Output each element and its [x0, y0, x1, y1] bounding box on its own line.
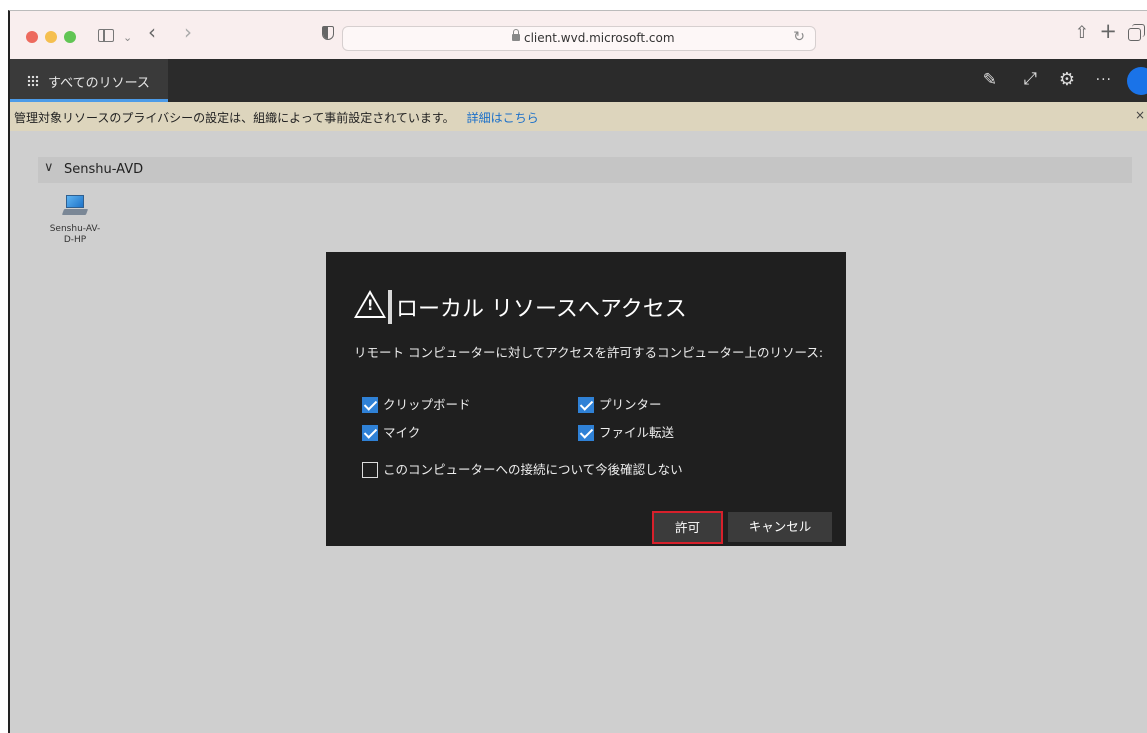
allow-button[interactable]: 許可: [652, 511, 723, 544]
option-label: マイク: [383, 425, 421, 440]
tab-all-resources[interactable]: すべてのリソース: [10, 59, 168, 102]
dialog-title: ローカル リソースへアクセス: [396, 297, 687, 322]
warning-icon: [354, 290, 386, 318]
checkbox-microphone[interactable]: [362, 425, 378, 441]
address-bar[interactable]: client.wvd.microsoft.com ↻: [342, 26, 816, 51]
sidebar-toggle-icon[interactable]: [98, 29, 114, 42]
privacy-shield-icon[interactable]: [322, 26, 334, 40]
close-icon[interactable]: ×: [1135, 108, 1145, 122]
checkbox-file-transfer[interactable]: [578, 425, 594, 441]
option-label: ファイル転送: [599, 425, 675, 440]
local-resource-access-dialog: ローカル リソースへアクセス リモート コンピューターに対してアクセスを許可する…: [326, 252, 846, 546]
new-tab-icon[interactable]: +: [1099, 21, 1117, 42]
chevron-down-icon[interactable]: ⌄: [123, 28, 132, 48]
cancel-button[interactable]: キャンセル: [728, 512, 832, 542]
option-label: プリンター: [599, 397, 662, 412]
reload-icon[interactable]: ↻: [793, 29, 805, 45]
close-window-button[interactable]: [26, 31, 38, 43]
resource-label-line1: Senshu-AV-: [49, 224, 101, 234]
option-label: このコンピューターへの接続について今後確認しない: [383, 462, 683, 477]
minimize-window-button[interactable]: [45, 31, 57, 43]
resource-tile[interactable]: Senshu-AV- D-HP: [44, 194, 106, 246]
zoom-window-button[interactable]: [64, 31, 76, 43]
app-grid-icon: [27, 75, 39, 87]
checkbox-dont-ask-again[interactable]: [362, 462, 378, 478]
fullscreen-icon[interactable]: ⤢: [1023, 69, 1037, 89]
more-icon[interactable]: ···: [1096, 72, 1112, 88]
url-text: client.wvd.microsoft.com: [524, 31, 675, 45]
forward-icon[interactable]: ›: [184, 22, 192, 42]
desktop-computer-icon: [61, 194, 89, 218]
group-title: Senshu-AVD: [64, 162, 144, 177]
privacy-notice-banner: 管理対象リソースのプライバシーの設定は、組織によって事前設定されています。 詳細は…: [10, 102, 1147, 131]
notice-message: 管理対象リソースのプライバシーの設定は、組織によって事前設定されています。: [14, 111, 455, 125]
tab-overview-icon[interactable]: [1128, 24, 1145, 41]
avatar[interactable]: [1127, 67, 1147, 95]
workspace-group-header[interactable]: ∨ Senshu-AVD: [38, 157, 1132, 183]
resource-label-line2: D-HP: [63, 235, 87, 245]
lock-icon: [512, 29, 520, 41]
option-label: クリップボード: [383, 397, 471, 412]
chevron-down-icon[interactable]: ∨: [44, 160, 54, 175]
unpin-icon[interactable]: ✎: [983, 70, 997, 90]
gear-icon[interactable]: ⚙: [1059, 69, 1075, 90]
learn-more-link[interactable]: 詳細はこちら: [467, 111, 539, 125]
share-icon[interactable]: ⇧: [1075, 23, 1089, 43]
text-cursor: [388, 290, 392, 324]
back-icon[interactable]: ‹: [148, 22, 156, 42]
checkbox-clipboard[interactable]: [362, 397, 378, 413]
checkbox-printer[interactable]: [578, 397, 594, 413]
notice-text: 管理対象リソースのプライバシーの設定は、組織によって事前設定されています。 詳細は…: [14, 109, 539, 126]
app-top-bar: すべてのリソース ✎ ⤢ ⚙ ···: [10, 59, 1147, 102]
browser-toolbar: ⌄ ‹ › client.wvd.microsoft.com ↻ ⇧ +: [10, 11, 1147, 59]
dialog-description: リモート コンピューターに対してアクセスを許可するコンピューター上のリソース:: [354, 345, 824, 360]
browser-window: ⌄ ‹ › client.wvd.microsoft.com ↻ ⇧ + すべて…: [8, 10, 1147, 733]
tab-label: すべてのリソース: [48, 76, 150, 91]
